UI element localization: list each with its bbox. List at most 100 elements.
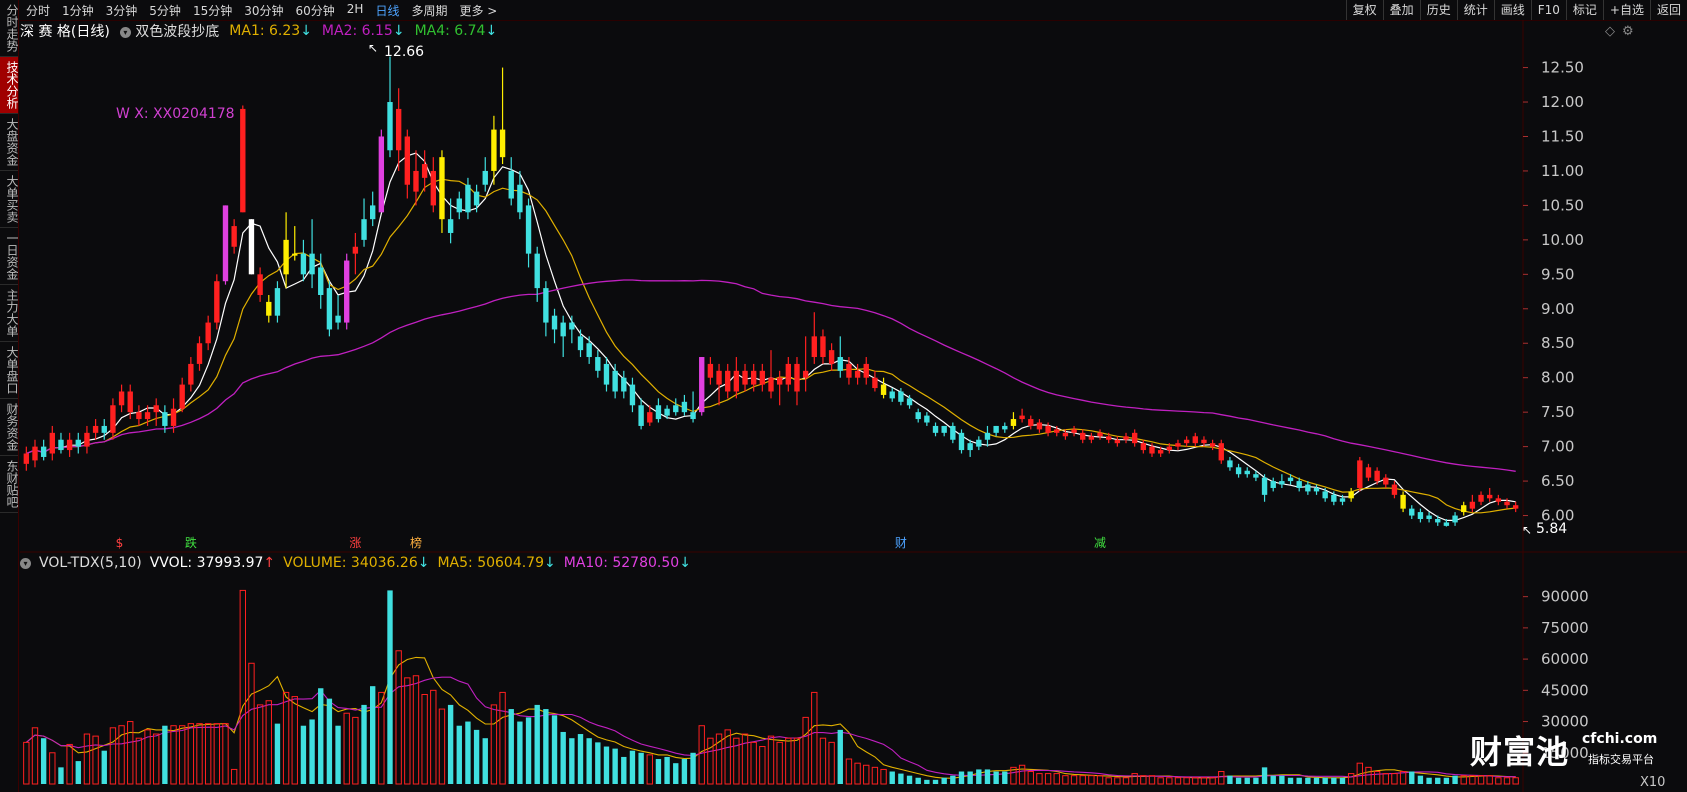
candle-body	[1010, 419, 1017, 426]
period-tab-2[interactable]: 3分钟	[100, 2, 144, 19]
volume-bar	[499, 691, 506, 785]
volume-bar	[915, 777, 921, 784]
volume-bar	[118, 725, 125, 785]
candle-body	[473, 191, 480, 206]
volume-bar	[586, 738, 592, 784]
candle-body	[508, 170, 514, 199]
ma-short-line	[26, 152, 1516, 521]
candle-body	[266, 301, 272, 316]
candle-body	[23, 453, 30, 464]
period-tab-0[interactable]: 分时	[20, 2, 56, 19]
sidebar-tab-0[interactable]: 分时走势	[0, 0, 19, 57]
event-marker[interactable]: 跌	[185, 535, 197, 550]
volume-bar	[1157, 777, 1164, 785]
sidebar-tab-7[interactable]: 财务资金	[0, 399, 19, 456]
volume-bar	[473, 729, 480, 784]
sidebar-tab-4[interactable]: 一日资金	[0, 228, 19, 285]
candle-body	[1512, 505, 1519, 509]
candle-body	[750, 370, 757, 385]
toolbar-button-1[interactable]: 叠加	[1382, 0, 1420, 20]
volume-bar	[1027, 771, 1034, 785]
period-tab-3[interactable]: 5分钟	[143, 2, 187, 19]
volume-bar	[1183, 777, 1190, 785]
volume-bar	[1391, 773, 1398, 785]
candle-body	[1469, 501, 1476, 509]
volume-bar	[1235, 777, 1242, 784]
volume-bar	[845, 758, 853, 785]
event-marker[interactable]: 榜	[410, 535, 422, 550]
candle-body	[794, 363, 800, 392]
period-tab-9[interactable]: 多周期	[405, 2, 453, 19]
sidebar-tab-8[interactable]: 东财贴吧	[0, 456, 19, 513]
event-marker[interactable]: 财	[895, 536, 907, 550]
sidebar-tab-6[interactable]: 大单盘口	[0, 342, 19, 399]
sidebar-tab-2[interactable]: 大盘资金	[0, 114, 19, 171]
volume-bar	[629, 750, 636, 784]
volume-bar	[1200, 777, 1208, 785]
volume-ma5-line	[25, 656, 1516, 779]
volume-bar	[1253, 777, 1259, 784]
candle-body	[699, 357, 705, 413]
volume-bar	[767, 735, 775, 785]
volume-bar	[1339, 777, 1346, 784]
period-tab-1[interactable]: 1分钟	[56, 2, 100, 19]
candle-body	[66, 439, 73, 451]
volume-bar	[1053, 773, 1060, 785]
candle-body	[482, 170, 488, 185]
period-tab-7[interactable]: 2H	[341, 2, 370, 19]
price-tick-label: 8.00	[1541, 369, 1574, 387]
volume-bar	[213, 723, 221, 785]
volume-bar	[179, 725, 186, 785]
moving-average-lines	[26, 152, 1516, 521]
event-marker[interactable]: $	[116, 536, 124, 550]
period-tab-8[interactable]: 日线	[369, 2, 405, 19]
candle-body	[1417, 512, 1424, 519]
event-marker[interactable]: 减	[1094, 536, 1106, 550]
candle-body	[898, 391, 904, 402]
volume-bar	[1209, 777, 1216, 785]
volume-bar	[1140, 775, 1147, 785]
sidebar-tab-1[interactable]: 技术分析	[0, 57, 19, 114]
brand-main: 财富池	[1470, 733, 1570, 771]
volume-bar	[1495, 777, 1502, 785]
sidebar-tab-3[interactable]: 大单买卖	[0, 171, 19, 228]
period-tab-6[interactable]: 60分钟	[290, 2, 341, 19]
volume-bar	[811, 691, 818, 785]
event-marker[interactable]: 涨	[349, 535, 361, 550]
toolbar-button-7[interactable]: +自选	[1602, 0, 1650, 20]
candle-body	[1279, 481, 1285, 485]
volume-bar	[646, 754, 653, 785]
stock-chart[interactable]: 12.50 12.00 11.50 11.00 10.50 10.00 9.50 9.00 8.…	[0, 0, 1687, 792]
period-tab-4[interactable]: 15分钟	[187, 2, 238, 19]
volume-bar	[1512, 777, 1519, 785]
chevron-down-icon[interactable]: ▾	[20, 557, 31, 569]
sidebar-tab-5[interactable]: 主力大单	[0, 285, 19, 342]
toolbar-button-6[interactable]: 标记	[1565, 0, 1603, 20]
period-tab-10[interactable]: 更多 >	[453, 2, 503, 19]
diamond-icon[interactable]: ◇	[1605, 24, 1615, 39]
candle-body	[525, 205, 532, 254]
volume-bar	[1356, 762, 1363, 785]
volume-bar	[92, 735, 99, 785]
candle-body	[595, 357, 601, 371]
candle-body	[1088, 436, 1095, 440]
toolbar-button-3[interactable]: 统计	[1456, 0, 1494, 20]
candle-body	[84, 432, 90, 447]
candle-body	[958, 432, 965, 451]
toolbar-button-5[interactable]: F10	[1530, 0, 1566, 20]
toolbar-button-2[interactable]: 历史	[1419, 0, 1457, 20]
ma1-label: MA1: 6.23↓	[229, 23, 312, 39]
volume-bar	[958, 771, 965, 784]
volume-bar	[1435, 777, 1441, 784]
arrow-up-icon: ↑	[263, 555, 276, 571]
price-info-bar: 深 赛 格(日线) ▾ 双色波段抄底 MA1: 6.23↓ MA2: 6.15↓…	[20, 21, 497, 41]
volume-bar	[950, 775, 956, 784]
period-tab-5[interactable]: 30分钟	[238, 2, 289, 19]
toolbar-button-0[interactable]: 复权	[1345, 0, 1383, 20]
toolbar-button-8[interactable]: 返回	[1649, 0, 1687, 20]
indicator-dropdown[interactable]: ▾ 双色波段抄底	[119, 21, 219, 41]
toolbar-button-4[interactable]: 画线	[1493, 0, 1531, 20]
volume-bar	[819, 737, 827, 785]
candle-body	[811, 336, 817, 358]
settings-icon[interactable]: ⚙	[1622, 24, 1634, 39]
